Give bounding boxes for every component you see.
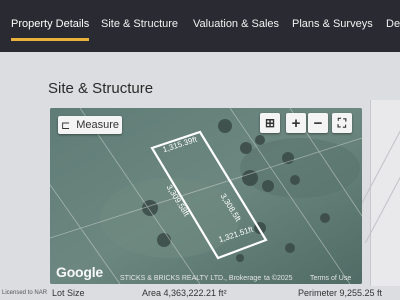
- tab-valuation-sales[interactable]: Valuation & Sales: [193, 18, 279, 40]
- tab-label: Property Details: [11, 18, 90, 30]
- tab-label: Valuation & Sales: [193, 18, 280, 30]
- terms-of-use-link[interactable]: Terms of Use: [310, 275, 351, 282]
- side-card-line: [364, 136, 400, 244]
- zoom-out-button[interactable]: −: [308, 113, 328, 133]
- tab-site-structure[interactable]: Site & Structure: [101, 18, 178, 40]
- zoom-in-button[interactable]: +: [286, 113, 306, 133]
- area-value: Area 4,363,222.21 ft²: [142, 288, 227, 298]
- section-title: Site & Structure: [48, 80, 154, 97]
- measure-button[interactable]: ⊏ Measure: [58, 116, 122, 134]
- ruler-icon: ⊏: [60, 119, 71, 132]
- zoom-in-icon: +: [291, 114, 301, 132]
- map-layers-icon[interactable]: ⊞: [260, 113, 280, 133]
- tab-property-details[interactable]: Property Details: [11, 18, 90, 41]
- map-attribution: STICKS & BRICKS REALTY LTD., Brokerage: [120, 275, 262, 282]
- lot-summary: Lot Size Area 4,363,222.21 ft² Perimeter…: [0, 286, 400, 300]
- tab-label: Site & Structure: [101, 18, 179, 30]
- active-tab-underline: [11, 38, 90, 41]
- zoom-out-icon: −: [313, 114, 323, 132]
- perimeter-value: Perimeter 9,255.25 ft: [298, 288, 383, 298]
- tab-bar: Property Details Site & Structure Valuat…: [0, 0, 400, 52]
- map-data-credit: ta ©2025: [264, 275, 293, 282]
- satellite-map[interactable]: 1,315.39ft 3,309.58ft 3,308.5ft 1,321.51…: [50, 108, 362, 284]
- tab-label: De: [386, 18, 400, 30]
- tab-label: Plans & Surveys: [292, 18, 373, 30]
- tab-more[interactable]: De: [386, 18, 400, 40]
- measure-label: Measure: [76, 119, 119, 131]
- lot-size-label: Lot Size: [52, 288, 85, 298]
- map-imagery: [50, 108, 362, 284]
- side-card: [350, 100, 400, 300]
- license-watermark: Licensed to NAR: [2, 290, 48, 296]
- fullscreen-icon[interactable]: ⛶: [332, 113, 352, 133]
- tab-plans-surveys[interactable]: Plans & Surveys: [292, 18, 373, 40]
- google-logo: Google: [56, 264, 104, 280]
